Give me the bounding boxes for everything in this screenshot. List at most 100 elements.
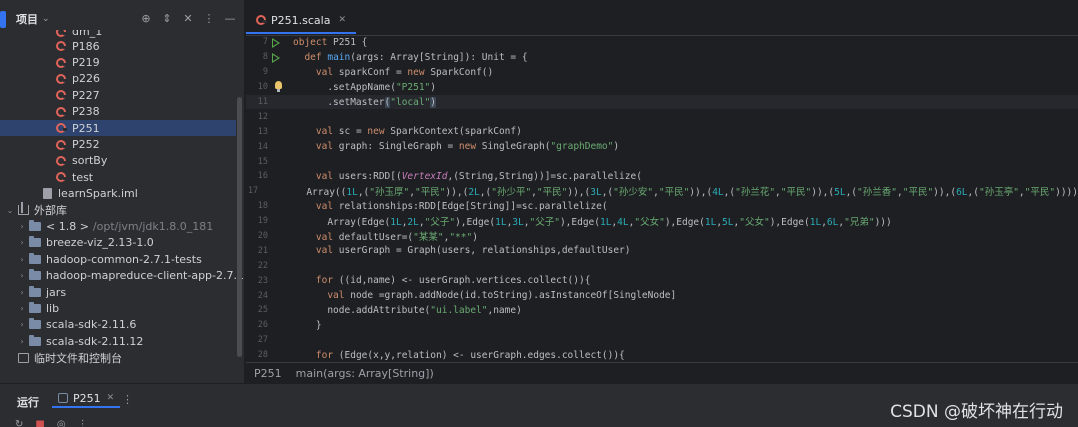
file-icon (40, 188, 54, 200)
line-number: 13 (257, 126, 268, 137)
scala-file-icon-shape (56, 41, 67, 52)
tree-file-item[interactable]: p226 (0, 71, 244, 87)
expand-collapse-icon[interactable]: ⇕ (161, 12, 173, 25)
code-line[interactable]: 22 (246, 258, 1078, 273)
close-icon[interactable]: ✕ (338, 15, 346, 25)
tree-file-item[interactable]: dm_1 (0, 30, 244, 38)
gutter (268, 348, 293, 362)
close-icon[interactable]: ✕ (182, 12, 194, 25)
tree-folder-item[interactable]: › scala-sdk-2.11.6 (0, 317, 244, 333)
tree-file-item[interactable]: P219 (0, 54, 244, 70)
code-text: for (Edge(x,y,relation) <- userGraph.edg… (315, 349, 625, 361)
line-number: 24 (257, 290, 268, 301)
tree-folder-item[interactable]: › scala-sdk-2.11.12 (0, 333, 244, 349)
code-line[interactable]: 8 def main(args: Array[String]): Unit = … (246, 50, 1078, 65)
folder-icon (28, 285, 42, 298)
chevron-right-icon[interactable]: › (16, 222, 28, 231)
more-options-icon[interactable]: ⋮ (203, 12, 215, 25)
chevron-right-icon[interactable]: › (16, 271, 28, 280)
tree-file-item[interactable]: P251 (0, 119, 236, 137)
more-options-icon[interactable]: ⋮ (78, 419, 88, 427)
tree-file-item[interactable]: P238 (0, 104, 244, 120)
close-icon[interactable]: ✕ (107, 393, 115, 403)
tree-file-item[interactable]: P227 (0, 87, 244, 103)
line-number: 16 (257, 171, 268, 182)
breadcrumb-item-object[interactable]: P251 (254, 367, 282, 380)
line-number: 18 (257, 201, 268, 212)
run-tab-p251[interactable]: P251 ✕ (52, 390, 121, 408)
gutter (268, 169, 293, 184)
editor-tab-p251[interactable]: P251.scala ✕ (246, 8, 356, 34)
project-title[interactable]: 项目 (16, 11, 38, 27)
tree-file-item[interactable]: P252 (0, 136, 244, 152)
tree-folder-item[interactable]: › lib (0, 300, 244, 316)
locate-icon[interactable]: ⊕ (140, 12, 152, 25)
code-line[interactable]: 10 .setAppName("P251") (246, 80, 1078, 95)
line-number: 8 (262, 52, 268, 63)
code-line[interactable]: 23 for ((id,name) <- userGraph.vertices.… (246, 273, 1078, 288)
tree-folder-item[interactable]: › < 1.8 >/opt/jvm/jdk1.8.0_181 (0, 218, 244, 234)
stop-icon[interactable]: ■ (35, 419, 44, 427)
project-scrollbar[interactable] (237, 97, 242, 357)
code-text: .setAppName("P251") (293, 81, 437, 93)
scala-file-icon-shape (56, 30, 67, 37)
rerun-icon[interactable]: ↻ (15, 419, 23, 427)
chevron-right-icon[interactable]: › (16, 304, 28, 313)
chevron-right-icon[interactable]: › (16, 238, 28, 247)
tree-file-item[interactable]: 临时文件和控制台 (0, 349, 244, 365)
gutter (268, 65, 293, 80)
code-line[interactable]: 24 val node =graph.addNode(id.toString).… (246, 288, 1078, 303)
run-gutter-icon[interactable] (272, 52, 280, 63)
tree-item-label: hadoop-common-2.7.1-tests (46, 252, 202, 266)
code-line[interactable]: 13 val sc = new SparkContext(sparkConf) (246, 124, 1078, 139)
code-line[interactable]: 17 Array((1L,("孙玉厚","平民")),(2L,("孙少平","平… (246, 184, 1078, 199)
code-line[interactable]: 9 val sparkConf = new SparkConf() (246, 65, 1078, 80)
tree-item-label: P252 (72, 138, 100, 152)
intention-bulb-icon[interactable] (275, 80, 282, 92)
line-number: 11 (257, 97, 268, 107)
tree-file-item[interactable]: test (0, 169, 244, 185)
code-editor[interactable]: 7 object P251 {8 def main(args: Array[Str… (246, 35, 1078, 362)
tree-item-label: sortBy (72, 154, 108, 168)
code-line[interactable]: 16 val users:RDD[(VertexId,(String,Strin… (246, 169, 1078, 184)
tree-folder-item[interactable]: › jars (0, 284, 244, 300)
tree-file-item[interactable]: P186 (0, 38, 244, 54)
code-line[interactable]: 26 } (246, 318, 1078, 333)
gutter (268, 303, 293, 318)
chevron-down-icon[interactable]: ⌄ (42, 14, 50, 24)
camera-icon[interactable]: ◎ (57, 419, 66, 427)
chevron-right-icon[interactable]: › (16, 320, 28, 329)
tree-item-label: P238 (72, 105, 100, 119)
gutter (268, 80, 293, 95)
chevron-right-icon[interactable]: › (16, 255, 28, 264)
tree-folder-item[interactable]: › hadoop-common-2.7.1-tests (0, 251, 244, 267)
tree-folder-item[interactable]: › breeze-viz_2.13-1.0 (0, 235, 244, 251)
chevron-right-icon[interactable]: › (16, 337, 28, 346)
code-line[interactable]: 20 val defaultUser=("某某","**") (246, 229, 1078, 244)
minimize-icon[interactable]: — (224, 12, 236, 25)
code-line[interactable]: 28 for (Edge(x,y,relation) <- userGraph.… (246, 348, 1078, 362)
run-gutter-icon[interactable] (272, 38, 280, 48)
code-line[interactable]: 27 (246, 333, 1078, 348)
code-line[interactable]: 15 (246, 154, 1078, 169)
tree-file-item[interactable]: learnSpark.iml (0, 186, 244, 202)
tree-item-label: P186 (72, 39, 100, 53)
tree-file-item[interactable]: sortBy (0, 153, 244, 169)
code-text: val node =graph.addNode(id.toString).asI… (327, 290, 677, 302)
tree-folder-item[interactable]: ⌄ 外部库 (0, 202, 244, 218)
more-options-icon[interactable]: ⋮ (122, 393, 133, 406)
code-line[interactable]: 18 val relationships:RDD[Edge[String]]=s… (246, 199, 1078, 214)
code-line[interactable]: 21 val userGraph = Graph(users, relation… (246, 243, 1078, 258)
breadcrumb-item-method[interactable]: main(args: Array[String]) (296, 367, 434, 380)
code-line[interactable]: 25 node.addAttribute("ui.label",name) (246, 303, 1078, 318)
tree-folder-item[interactable]: › hadoop-mapreduce-client-app-2.7.1 (0, 267, 244, 283)
code-line[interactable]: 7 object P251 { (246, 35, 1078, 50)
code-line[interactable]: 19 Array(Edge(1L,2L,"父子"),Edge(1L,3L,"父子… (246, 214, 1078, 229)
chevron-right-icon[interactable]: › (16, 288, 28, 297)
code-line[interactable]: 14 val graph: SingleGraph = new SingleGr… (246, 139, 1078, 154)
chevron-down-icon[interactable]: ⌄ (4, 206, 16, 215)
run-panel-title: 运行 (17, 396, 39, 409)
code-text: def main(args: Array[String]): Unit = { (304, 51, 528, 63)
code-line[interactable]: 11 .setMaster("local") (246, 94, 1078, 110)
code-line[interactable]: 12 (246, 109, 1078, 124)
